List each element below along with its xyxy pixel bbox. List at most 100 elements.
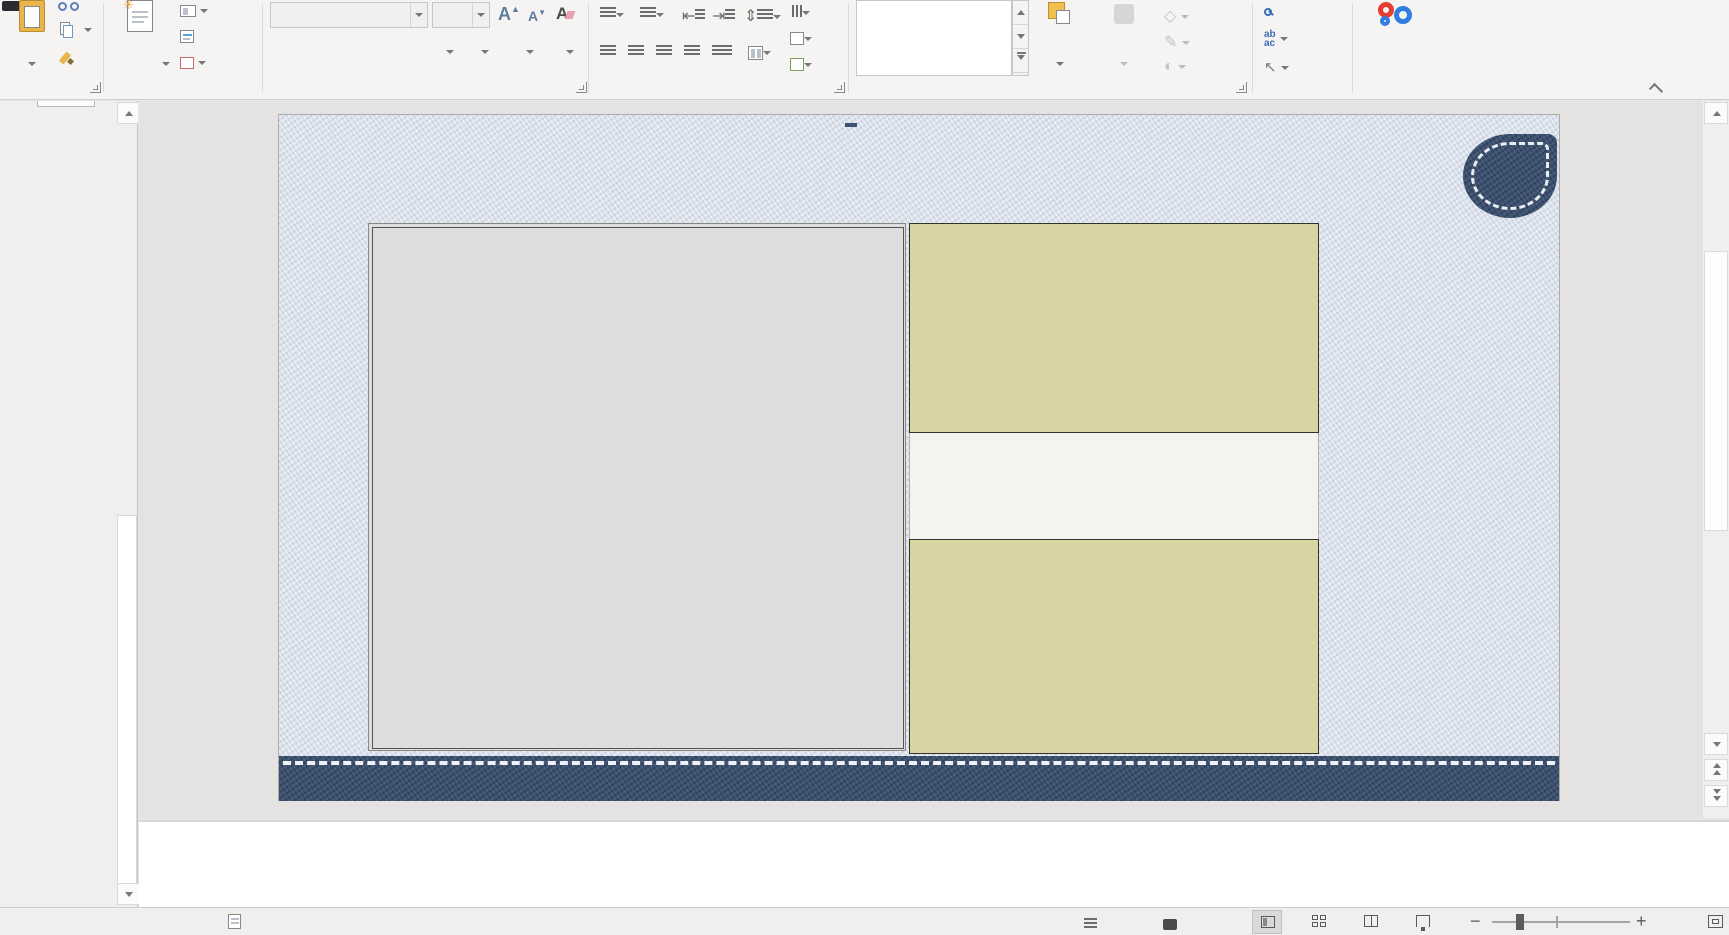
shapes-gallery[interactable]: [856, 0, 1012, 76]
mammoth-deaths-chart[interactable]: [909, 539, 1319, 754]
bullets-button[interactable]: [600, 6, 624, 24]
slideshow-view-button[interactable]: [1408, 910, 1438, 934]
thumb-scroll-down-button[interactable]: [117, 883, 141, 905]
select-caret: [1281, 66, 1289, 70]
shapes-scroll-down[interactable]: [1013, 25, 1028, 49]
layout-caret: [200, 9, 208, 13]
font-family-combobox[interactable]: [270, 2, 428, 28]
convert-smartart-button[interactable]: [790, 56, 812, 74]
font-size-combobox[interactable]: [432, 2, 490, 28]
arrange-button[interactable]: [1032, 0, 1088, 76]
case-caret[interactable]: [481, 50, 489, 54]
zoom-slider-track[interactable]: [1492, 921, 1630, 923]
highlight-caret[interactable]: [526, 50, 534, 54]
zoom-out-button[interactable]: −: [1470, 911, 1481, 932]
format-painter-button[interactable]: [60, 50, 76, 66]
slide-title[interactable]: [845, 121, 857, 127]
grow-font-button[interactable]: A▲: [498, 4, 520, 25]
text-direction-button[interactable]: [790, 4, 810, 22]
clipboard-dialog-launcher[interactable]: [90, 82, 101, 93]
justify-button[interactable]: [684, 44, 700, 62]
next-slide-button[interactable]: [1704, 785, 1728, 807]
previous-slide-button[interactable]: [1704, 759, 1728, 781]
vertical-scrollbar[interactable]: [1703, 101, 1729, 818]
reading-view-button[interactable]: [1356, 910, 1386, 934]
normal-view-button[interactable]: [1252, 910, 1282, 934]
zoom-slider-thumb[interactable]: [1516, 914, 1524, 930]
map-frame[interactable]: [368, 223, 906, 751]
notes-pane[interactable]: [139, 820, 1729, 907]
save-to-baidu-button[interactable]: [1356, 0, 1436, 76]
powerpoint-window: ✳ A▲ A▼ A: [0, 0, 1729, 935]
copy-button[interactable]: [60, 22, 74, 39]
pocket-decoration[interactable]: [1463, 134, 1557, 218]
population-chart[interactable]: [909, 223, 1319, 433]
new-slide-caret: [162, 62, 170, 66]
shape-outline-button[interactable]: ✎: [1164, 32, 1190, 52]
zoom-in-button[interactable]: +: [1636, 911, 1647, 932]
align-text-button[interactable]: [790, 30, 812, 48]
paste-clipboard-icon: [19, 0, 45, 32]
decrease-indent-button[interactable]: ⇤: [682, 6, 705, 26]
drawing-dialog-launcher[interactable]: [1236, 82, 1247, 93]
columns-button[interactable]: [748, 44, 771, 62]
denim-band-decoration[interactable]: [279, 756, 1559, 801]
thumb-scrollbar-thumb[interactable]: [117, 515, 137, 885]
ribbon: ✳ A▲ A▼ A: [0, 0, 1729, 100]
thumbnail-scrollbar[interactable]: [116, 101, 138, 907]
comments-toggle[interactable]: [1163, 915, 1177, 932]
section-caret: [198, 61, 206, 65]
paragraph-dialog-launcher[interactable]: [834, 82, 845, 93]
font-color-caret[interactable]: [566, 50, 574, 54]
increase-indent-button[interactable]: ⇥: [712, 6, 735, 26]
fit-to-window-button[interactable]: [1708, 915, 1723, 928]
shape-effects-button[interactable]: ◐: [1164, 58, 1186, 76]
netlogo-map-image[interactable]: [372, 227, 904, 749]
align-left-button[interactable]: [600, 44, 616, 62]
distribute-button[interactable]: [712, 44, 732, 62]
align-center-button[interactable]: [628, 44, 644, 62]
zoom-slider-center-tick: [1556, 916, 1558, 928]
reset-button[interactable]: [180, 28, 194, 46]
paste-dropdown-caret: [28, 62, 36, 66]
slide[interactable]: [278, 114, 1560, 801]
paste-button[interactable]: [8, 0, 56, 76]
stitch-line: [283, 761, 1555, 765]
partial-thumbnail: [37, 101, 95, 107]
scroll-up-button[interactable]: [1704, 102, 1728, 124]
quick-styles-caret: [1120, 62, 1128, 66]
copy-dropdown-caret[interactable]: [84, 28, 92, 32]
quick-styles-button[interactable]: [1092, 0, 1158, 76]
shapes-scroll-up[interactable]: [1013, 1, 1028, 25]
shrink-font-button[interactable]: A▼: [528, 8, 546, 24]
line-spacing-button[interactable]: ⇕: [744, 6, 781, 26]
shapes-gallery-scrollbar[interactable]: [1012, 0, 1029, 76]
baidu-netdisk-icon3: [1380, 16, 1390, 26]
arrange-caret: [1056, 62, 1064, 66]
spacing-caret[interactable]: [446, 50, 454, 54]
numbering-button[interactable]: [640, 6, 664, 24]
slide-thumbnail-panel: [0, 101, 116, 907]
binoculars-icon2: [70, 2, 79, 11]
select-button[interactable]: ↖: [1264, 58, 1289, 77]
align-right-button[interactable]: [656, 44, 672, 62]
new-slide-button[interactable]: ✳: [108, 0, 172, 76]
status-bar: − +: [0, 907, 1729, 935]
scrollbar-thumb[interactable]: [1704, 251, 1728, 531]
slide-editing-canvas: [138, 101, 1703, 818]
slide-sorter-view-button[interactable]: [1304, 910, 1334, 934]
find-button[interactable]: [1264, 2, 1272, 21]
collapse-ribbon-chevron[interactable]: [1649, 83, 1663, 97]
shapes-more-button[interactable]: [1013, 49, 1028, 73]
shape-fill-button[interactable]: ◇: [1164, 6, 1189, 26]
section-button[interactable]: [180, 54, 206, 72]
layout-button[interactable]: [180, 2, 208, 20]
clear-formatting-button[interactable]: A: [556, 4, 574, 24]
notes-toggle[interactable]: [1084, 915, 1097, 932]
replace-caret: [1280, 37, 1288, 41]
spellcheck-icon[interactable]: [228, 914, 241, 933]
binoculars-icon[interactable]: [58, 2, 67, 11]
scroll-down-button[interactable]: [1704, 733, 1728, 755]
replace-button[interactable]: abac: [1264, 30, 1288, 48]
font-dialog-launcher[interactable]: [576, 82, 587, 93]
